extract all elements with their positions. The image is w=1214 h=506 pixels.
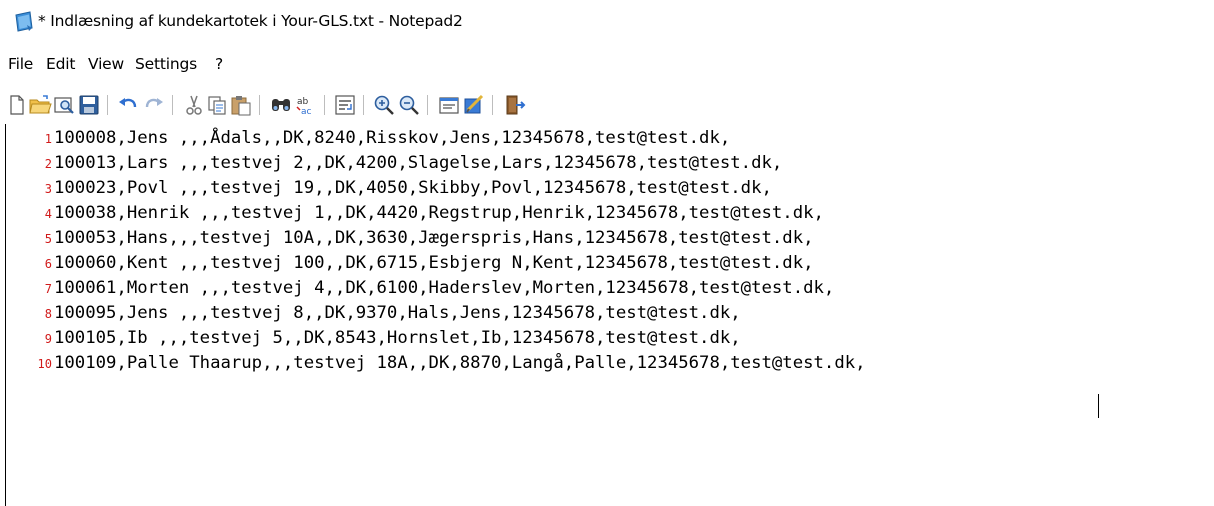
wordwrap-icon[interactable] xyxy=(333,93,357,117)
line-number: 8 xyxy=(44,307,52,321)
paste-icon[interactable] xyxy=(229,93,253,117)
line-text[interactable]: 100061,Morten ,,,testvej 4,,DK,6100,Hade… xyxy=(54,278,834,298)
editor-line[interactable]: 1 100008,Jens ,,,Ådals,,DK,8240,Risskov,… xyxy=(0,126,1214,151)
line-number: 5 xyxy=(44,232,52,246)
open-folder-icon[interactable] xyxy=(28,93,52,117)
zoom-in-icon[interactable] xyxy=(372,93,396,117)
notepad2-app-icon[interactable] xyxy=(14,11,34,33)
line-number: 7 xyxy=(44,282,52,296)
line-text[interactable]: 100038,Henrik ,,,testvej 1,,DK,4420,Regs… xyxy=(54,203,824,223)
line-text[interactable]: 100060,Kent ,,,testvej 100,,DK,6715,Esbj… xyxy=(54,253,814,273)
line-number: 2 xyxy=(44,157,52,171)
replace-icon[interactable]: ab ac xyxy=(294,93,318,117)
menu-view[interactable]: View xyxy=(88,55,124,73)
editor-line[interactable]: 4 100038,Henrik ,,,testvej 1,,DK,4420,Re… xyxy=(0,201,1214,226)
editor-line[interactable]: 5 100053,Hans,,,testvej 10A,,DK,3630,Jæg… xyxy=(0,226,1214,251)
title-bar: * Indlæsning af kundekartotek i Your-GLS… xyxy=(0,0,1214,44)
cut-icon[interactable] xyxy=(182,93,206,117)
line-text[interactable]: 100053,Hans,,,testvej 10A,,DK,3630,Jæger… xyxy=(54,228,814,248)
line-text[interactable]: 100109,Palle Thaarup,,,testvej 18A,,DK,8… xyxy=(54,353,866,373)
editor-line[interactable]: 9 100105,Ib ,,,testvej 5,,DK,8543,Hornsl… xyxy=(0,326,1214,351)
toolbar-separator xyxy=(259,95,260,115)
toolbar-separator xyxy=(363,95,364,115)
editor-line[interactable]: 8 100095,Jens ,,,testvej 8,,DK,9370,Hals… xyxy=(0,301,1214,326)
line-number: 3 xyxy=(44,182,52,196)
editor-line[interactable]: 6 100060,Kent ,,,testvej 100,,DK,6715,Es… xyxy=(0,251,1214,276)
toolbar-separator xyxy=(172,95,173,115)
svg-text:ac: ac xyxy=(301,107,312,117)
scheme-icon[interactable] xyxy=(437,93,461,117)
undo-icon[interactable] xyxy=(116,93,140,117)
line-text[interactable]: 100095,Jens ,,,testvej 8,,DK,9370,Hals,J… xyxy=(54,303,741,323)
line-text[interactable]: 100013,Lars ,,,testvej 2,,DK,4200,Slagel… xyxy=(54,153,782,173)
editor-line[interactable]: 2 100013,Lars ,,,testvej 2,,DK,4200,Slag… xyxy=(0,151,1214,176)
line-number: 10 xyxy=(37,357,52,371)
window-title: * Indlæsning af kundekartotek i Your-GLS… xyxy=(38,12,463,30)
menu-settings[interactable]: Settings xyxy=(135,55,197,73)
svg-text:ab: ab xyxy=(297,97,309,107)
browse-icon[interactable] xyxy=(52,93,76,117)
line-text[interactable]: 100023,Povl ,,,testvej 19,,DK,4050,Skibb… xyxy=(54,178,772,198)
toolbar-separator xyxy=(492,95,493,115)
menu-edit[interactable]: Edit xyxy=(46,55,75,73)
redo-icon[interactable] xyxy=(142,93,166,117)
line-number: 9 xyxy=(44,332,52,346)
find-icon[interactable] xyxy=(269,93,293,117)
line-number: 4 xyxy=(44,207,52,221)
editor-line[interactable]: 3 100023,Povl ,,,testvej 19,,DK,4050,Ski… xyxy=(0,176,1214,201)
line-text[interactable]: 100008,Jens ,,,Ådals,,DK,8240,Risskov,Je… xyxy=(54,128,730,148)
line-text[interactable]: 100105,Ib ,,,testvej 5,,DK,8543,Hornslet… xyxy=(54,328,741,348)
toolbar: ab ac xyxy=(0,88,1214,120)
menu-bar: File Edit View Settings ? xyxy=(0,55,1214,79)
menu-file[interactable]: File xyxy=(8,55,33,73)
text-caret xyxy=(1098,394,1099,418)
line-number: 6 xyxy=(44,257,52,271)
menu-help[interactable]: ? xyxy=(215,55,223,73)
toolbar-separator xyxy=(107,95,108,115)
exit-icon[interactable] xyxy=(502,93,526,117)
line-number: 1 xyxy=(44,132,52,146)
copy-icon[interactable] xyxy=(205,93,229,117)
text-editor[interactable]: 1 100008,Jens ,,,Ådals,,DK,8240,Risskov,… xyxy=(0,124,1214,506)
customize-icon[interactable] xyxy=(462,93,486,117)
toolbar-separator xyxy=(324,95,325,115)
zoom-out-icon[interactable] xyxy=(397,93,421,117)
editor-line[interactable]: 7 100061,Morten ,,,testvej 4,,DK,6100,Ha… xyxy=(0,276,1214,301)
editor-line[interactable]: 10 100109,Palle Thaarup,,,testvej 18A,,D… xyxy=(0,351,1214,376)
new-file-icon[interactable] xyxy=(5,93,29,117)
save-icon[interactable] xyxy=(77,93,101,117)
toolbar-separator xyxy=(427,95,428,115)
